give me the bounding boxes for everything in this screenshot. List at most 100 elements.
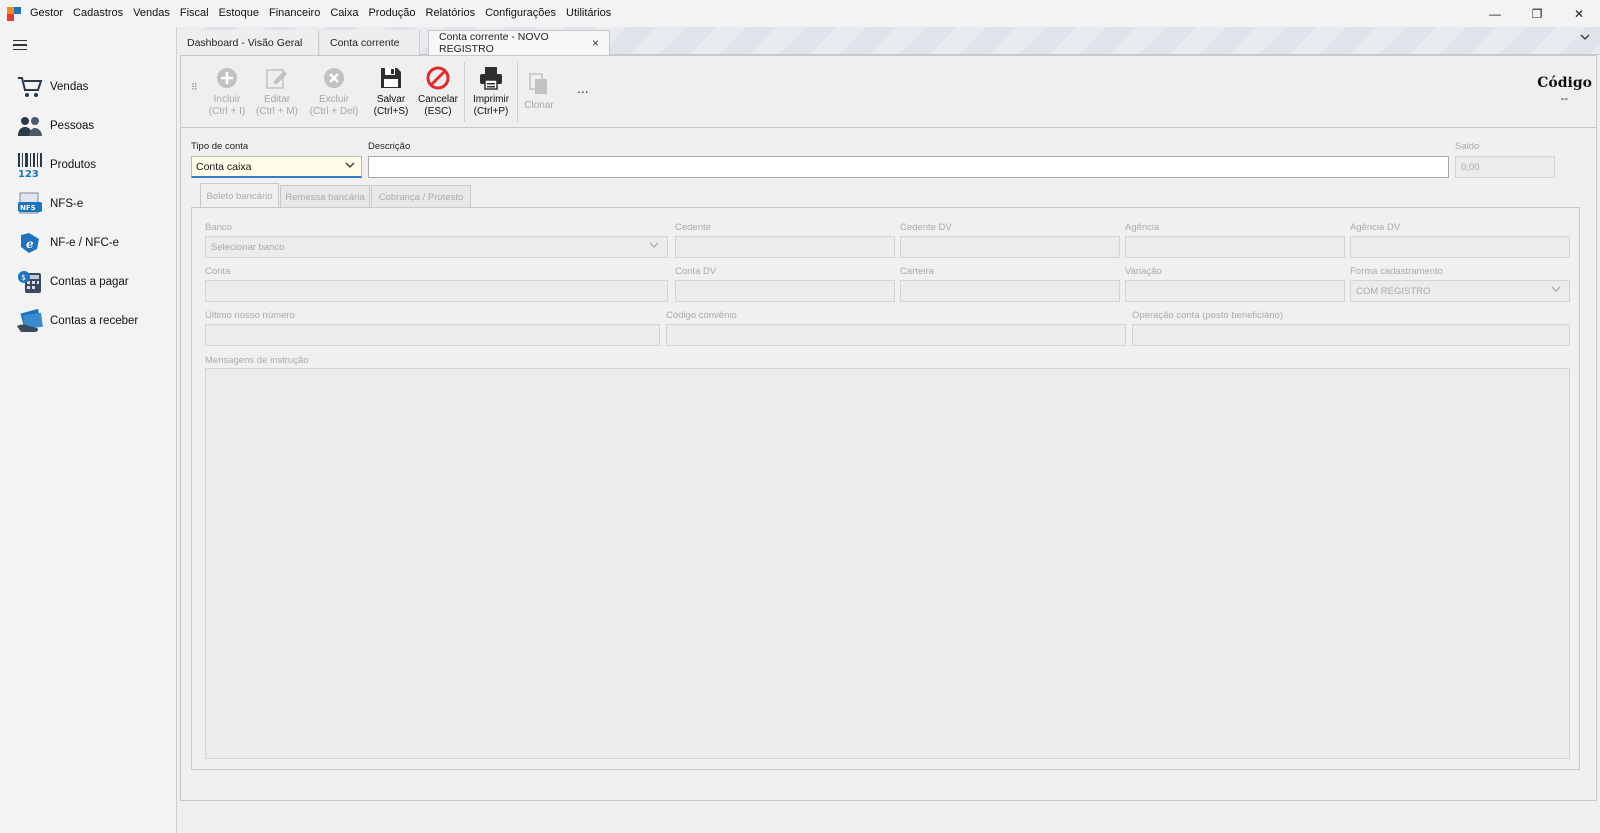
saldo-label: Saldo [1455,141,1480,152]
nfse-icon: NFS [16,190,44,218]
tab-cobranca-protesto[interactable]: Cobrança / Protesto [371,185,471,208]
hamburger-menu-icon[interactable] [13,40,27,50]
cancelar-button[interactable]: Cancelar (ESC) [417,64,459,118]
svg-text:NFS: NFS [20,204,36,212]
close-window-button[interactable]: ✕ [1558,0,1600,27]
excluir-button[interactable]: Excluir (Ctrl + Del) [305,64,363,118]
tab-boleto-bancario[interactable]: Boleto bancário [200,183,279,208]
incluir-button[interactable]: Incluir (Ctrl + I) [203,64,251,118]
copy-icon [525,70,553,98]
chevron-down-icon[interactable] [1580,33,1590,44]
tipo-conta-label: Tipo de conta [191,141,249,152]
variacao-label: Variação [1125,266,1162,277]
operacao-conta-field [1132,324,1570,346]
imprimir-button[interactable]: Imprimir (Ctrl+P) [469,64,513,118]
cedente-field [675,236,895,258]
forma-cadastramento-select: COM REGISTRO [1350,280,1570,302]
sidebar-item-label: Contas a pagar [50,276,129,288]
svg-text:123: 123 [18,169,39,178]
codigo-convenio-label: Código convênio [666,310,737,321]
editar-button[interactable]: Editar (Ctrl + M) [253,64,301,118]
operacao-conta-label: Operação conta (posto beneficiário) [1132,310,1284,321]
boleto-panel: Banco Selecionar banco Cedente Cedente D… [191,207,1580,770]
title-bar: Gestor Cadastros Vendas Fiscal Estoque F… [0,0,1600,27]
save-disk-icon [377,64,405,92]
agencia-dv-field [1350,236,1570,258]
agencia-dv-label: Agência DV [1350,222,1401,233]
sidebar: Vendas Pessoas 123 Produtos NFS NFS-e e … [0,27,177,833]
menu-configuracoes[interactable]: Configurações [480,0,561,27]
tab-conta-corrente[interactable]: Conta corrente [320,30,420,55]
cart-icon [16,73,44,101]
nfe-icon: e [16,229,44,257]
chevron-down-icon [345,161,355,172]
plus-circle-icon [213,64,241,92]
cancel-icon [424,64,452,92]
sidebar-item-label: NFS-e [50,198,84,210]
carteira-label: Carteira [900,266,934,277]
forma-cadastramento-label: Forma cadastramento [1350,266,1443,277]
menu-estoque[interactable]: Estoque [214,0,264,27]
codigo-label: Código [1537,75,1592,91]
conta-label: Conta [205,266,231,277]
conta-dv-label: Conta DV [675,266,717,277]
tab-remessa-bancaria[interactable]: Remessa bancária [280,185,370,208]
toolbar-separator [517,62,518,122]
sidebar-item-label: Pessoas [50,120,95,132]
more-options-button[interactable]: ... [577,80,589,96]
svg-text:$: $ [21,273,26,282]
status-bar [180,800,1597,830]
sidebar-item-label: NF-e / NFC-e [50,237,119,249]
tab-dashboard[interactable]: Dashboard - Visão Geral [177,30,319,55]
sidebar-item-label: Vendas [50,81,89,93]
tab-label: Conta corrente [330,36,400,49]
sidebar-item-nfse[interactable]: NFS NFS-e [16,189,171,219]
agencia-label: Agência [1125,222,1160,233]
printer-icon [477,64,505,92]
toolbar: ⠿ Incluir (Ctrl + I) Editar (Ctrl + M) E… [181,56,1596,128]
sidebar-item-pessoas[interactable]: Pessoas [16,111,171,141]
sidebar-item-contas-receber[interactable]: Contas a receber [16,306,171,336]
forma-cadastramento-value: COM REGISTRO [1356,285,1431,297]
banco-placeholder: Selecionar banco [211,241,285,253]
toolbar-grip-icon[interactable]: ⠿ [191,83,198,97]
agencia-field [1125,236,1345,258]
tab-conta-corrente-novo[interactable]: Conta corrente - NOVO REGISTRO × [428,30,610,55]
codigo-value: -- [1560,93,1568,105]
toolbar-separator [464,62,465,122]
sidebar-item-contas-pagar[interactable]: $ Contas a pagar [16,267,171,297]
variacao-field [1125,280,1345,302]
mensagens-instrucao-textarea [205,368,1570,759]
menu-gestor[interactable]: Gestor [25,0,68,27]
menu-cadastros[interactable]: Cadastros [68,0,128,27]
ultimo-nosso-numero-field [205,324,660,346]
sidebar-item-vendas[interactable]: Vendas [16,72,171,102]
carteira-field [900,280,1120,302]
menu-financeiro[interactable]: Financeiro [264,0,325,27]
people-icon [16,112,44,140]
close-tab-icon[interactable]: × [592,36,599,50]
delete-circle-icon [320,64,348,92]
app-logo-icon [7,6,21,21]
window-controls: — ❐ ✕ [1474,0,1600,27]
clonar-button[interactable]: Clonar [521,70,557,112]
menu-fiscal[interactable]: Fiscal [175,0,214,27]
tab-label: Conta corrente - NOVO REGISTRO [439,31,549,55]
mensagens-instrucao-label: Mensagens de instrução [205,355,309,366]
menu-bar: Gestor Cadastros Vendas Fiscal Estoque F… [25,0,616,27]
chevron-down-icon [1551,285,1561,295]
minimize-button[interactable]: — [1474,0,1516,27]
tipo-conta-select[interactable]: Conta caixa [191,156,362,178]
menu-vendas[interactable]: Vendas [128,0,175,27]
menu-relatorios[interactable]: Relatórios [421,0,481,27]
banco-label: Banco [205,222,232,233]
menu-utilitarios[interactable]: Utilitários [561,0,616,27]
salvar-button[interactable]: Salvar (Ctrl+S) [371,64,411,118]
sidebar-item-produtos[interactable]: 123 Produtos [16,150,171,180]
banco-select: Selecionar banco [205,236,668,258]
menu-caixa[interactable]: Caixa [325,0,363,27]
menu-producao[interactable]: Produção [363,0,420,27]
sidebar-item-nfe[interactable]: e NF-e / NFC-e [16,228,171,258]
descricao-input[interactable] [368,156,1449,178]
restore-button[interactable]: ❐ [1516,0,1558,27]
